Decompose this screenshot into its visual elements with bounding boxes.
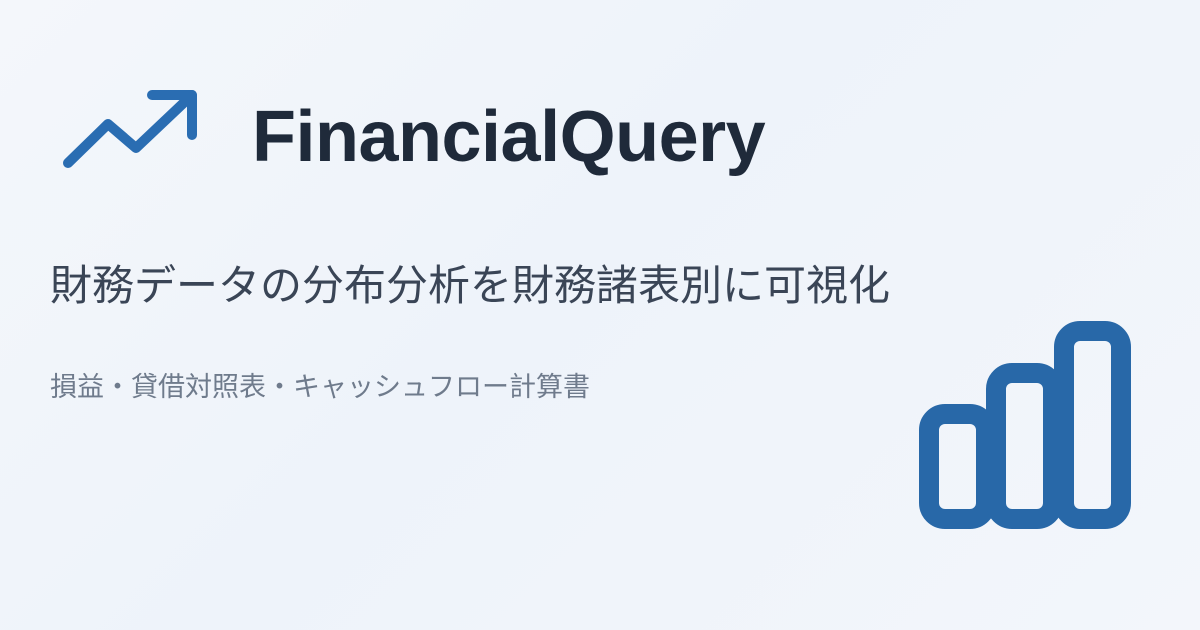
trending-up-arrow-icon [63, 90, 197, 168]
bar-chart-icon [919, 321, 1131, 529]
subline: 損益・貸借対照表・キャッシュフロー計算書 [50, 372, 590, 403]
headline: 財務データの分布分析を財務諸表別に可視化 [50, 261, 891, 310]
brand-name: FinancialQuery [252, 97, 766, 177]
